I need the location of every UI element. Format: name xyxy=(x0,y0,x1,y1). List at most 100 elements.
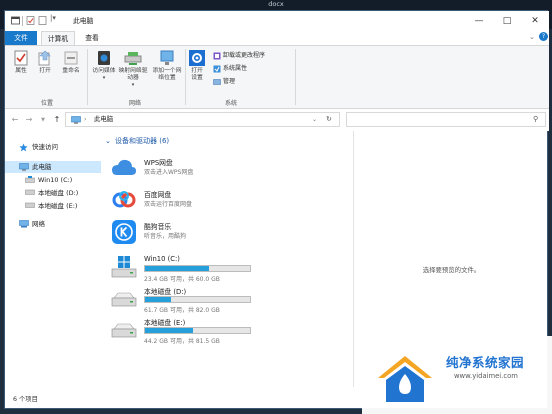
open-label: 打开 xyxy=(39,68,51,74)
open-icon xyxy=(38,50,51,66)
minimize-button[interactable]: — xyxy=(465,11,493,31)
file-list: ⌄ 设备和驱动器 (6) WPS网盘 双击进入WPS网盘 百度网盘 双击运行百度… xyxy=(101,131,353,387)
drive-icon xyxy=(111,292,137,307)
maximize-button[interactable]: □ xyxy=(493,11,521,31)
properties-label: 属性 xyxy=(15,68,27,74)
location-group-label: 位置 xyxy=(40,100,53,107)
top-caption: docx xyxy=(268,0,284,8)
system-properties-label: 系统属性 xyxy=(223,65,248,72)
preview-message: 选择要预览的文件。 xyxy=(422,266,481,274)
manage-link[interactable]: 管理 xyxy=(213,77,235,86)
sidebar-item-label: 本地磁盘 (D:) xyxy=(38,189,79,197)
access-media-button[interactable]: 访问媒体 ▾ xyxy=(91,50,117,82)
open-settings-label: 打开设置 xyxy=(191,68,203,81)
customize-quick-access-icon[interactable]: |▾ xyxy=(50,14,56,22)
rename-label: 重命名 xyxy=(62,68,80,74)
new-folder-quick-icon[interactable] xyxy=(38,16,47,25)
rename-button[interactable]: 重命名 xyxy=(59,50,83,75)
drive-usage-fill xyxy=(145,297,172,302)
tab-view[interactable]: 查看 xyxy=(79,31,105,45)
ribbon-tabs: 文件 计算机 查看 ⌄ ? xyxy=(5,31,549,45)
ribbon-separator xyxy=(87,49,88,105)
sidebar-item-label: 此电脑 xyxy=(32,163,52,171)
item-name: 酷狗音乐 xyxy=(144,223,172,231)
map-network-drive-button[interactable]: 映射网络驱动器 ▾ xyxy=(117,50,149,89)
search-input[interactable]: ⚲ xyxy=(346,112,546,127)
list-item-kugou[interactable]: 酷狗音乐 听音乐，用酷狗 xyxy=(111,219,351,247)
checkmark-icon xyxy=(14,50,28,66)
list-item-drive-e[interactable]: 本地磁盘 (E:) 44.2 GB 可用，共 81.5 GB xyxy=(111,315,351,345)
rename-icon xyxy=(64,51,78,65)
tab-computer[interactable]: 计算机 xyxy=(41,31,75,45)
wps-cloud-icon xyxy=(112,159,136,175)
sidebar-item-label: 快速访问 xyxy=(32,143,58,151)
properties-button[interactable]: 属性 xyxy=(11,50,31,75)
up-button[interactable]: ↑ xyxy=(51,113,63,127)
manage-label: 管理 xyxy=(223,78,236,85)
item-name: 百度网盘 xyxy=(144,191,172,199)
address-bar[interactable]: › 此电脑 ⌄ ↻ xyxy=(65,112,340,127)
uninstall-programs-link[interactable]: 卸载或更改程序 xyxy=(213,51,265,60)
network-location-icon xyxy=(160,50,174,65)
list-item-drive-d[interactable]: 本地磁盘 (D:) 61.7 GB 可用，共 82.0 GB xyxy=(111,284,351,314)
drive-usage-bar xyxy=(144,265,251,272)
drive-name: 本地磁盘 (E:) xyxy=(144,319,186,327)
network-drive-icon xyxy=(124,52,142,65)
sidebar-item-drive-e[interactable]: 本地磁盘 (E:) xyxy=(5,200,101,212)
list-item-baidu-cloud[interactable]: 百度网盘 双击运行百度网盘 xyxy=(111,187,351,215)
group-collapse-chevron-icon[interactable]: ⌄ xyxy=(105,136,111,146)
ribbon-separator xyxy=(185,49,186,105)
ribbon: 属性 打开 重命名 位置 访问媒体 ▾ 映射网络驱动器 ▾ 添加一个网络位置 网… xyxy=(5,45,549,109)
sidebar-item-label: 网络 xyxy=(32,220,45,228)
uninstall-icon xyxy=(213,52,221,59)
close-button[interactable]: ✕ xyxy=(521,11,549,31)
star-icon xyxy=(19,143,28,152)
drive-usage-fill xyxy=(145,328,194,333)
sidebar-item-label: Win10 (C:) xyxy=(38,176,73,184)
kugou-icon xyxy=(112,220,136,244)
baidu-cloud-icon xyxy=(112,191,136,208)
drive-icon xyxy=(111,323,137,338)
watermark-logo-icon xyxy=(378,356,432,402)
windows-drive-icon xyxy=(25,176,35,183)
explorer-window-icon xyxy=(11,16,20,25)
map-network-drive-label: 映射网络驱动器 xyxy=(118,68,148,81)
back-button[interactable]: ← xyxy=(9,113,21,127)
item-subtitle: 双击进入WPS网盘 xyxy=(144,169,194,176)
sidebar-item-drive-c[interactable]: Win10 (C:) xyxy=(5,174,101,186)
add-network-location-button[interactable]: 添加一个网络位置 xyxy=(151,50,183,82)
tab-file[interactable]: 文件 xyxy=(5,31,37,45)
network-group-label: 网络 xyxy=(128,100,141,107)
windows-drive-icon xyxy=(111,256,137,278)
list-item-wps-cloud[interactable]: WPS网盘 双击进入WPS网盘 xyxy=(111,155,351,183)
system-properties-link[interactable]: 系统属性 xyxy=(213,64,247,73)
group-heading[interactable]: 设备和驱动器 (6) xyxy=(115,136,169,146)
breadcrumb-chevron-icon: › xyxy=(84,116,87,123)
drive-icon xyxy=(25,202,35,208)
open-button[interactable]: 打开 xyxy=(35,50,55,75)
drive-usage-bar xyxy=(144,327,251,334)
drive-space-text: 23.4 GB 可用，共 60.0 GB xyxy=(144,276,220,283)
address-path: 此电脑 xyxy=(94,115,114,123)
title-bar: |▾ 此电脑 — □ ✕ xyxy=(5,11,549,31)
address-dropdown-icon[interactable]: ⌄ xyxy=(312,113,317,126)
open-settings-button[interactable]: 打开设置 xyxy=(187,50,207,82)
address-row: ← → ▼ ↑ › 此电脑 ⌄ ↻ ⚲ xyxy=(5,109,549,131)
network-icon xyxy=(19,220,29,228)
sidebar-item-this-pc[interactable]: 此电脑 xyxy=(5,161,101,173)
sidebar-item-drive-d[interactable]: 本地磁盘 (D:) xyxy=(5,187,101,199)
sidebar-item-quick-access[interactable]: 快速访问 xyxy=(5,141,101,153)
item-count: 6 个项目 xyxy=(13,396,38,403)
forward-button[interactable]: → xyxy=(23,113,35,127)
properties-quick-icon[interactable] xyxy=(26,16,35,25)
window-title: 此电脑 xyxy=(73,17,94,25)
sidebar-item-network[interactable]: 网络 xyxy=(5,218,101,230)
help-icon[interactable]: ? xyxy=(539,32,548,41)
list-item-drive-c[interactable]: Win10 (C:) 23.4 GB 可用，共 60.0 GB xyxy=(111,253,351,283)
recent-locations-button[interactable]: ▼ xyxy=(37,113,49,127)
computer-icon xyxy=(71,116,81,124)
gear-icon xyxy=(189,50,205,66)
collapse-ribbon-icon[interactable]: ⌄ xyxy=(529,33,535,41)
refresh-icon[interactable]: ↻ xyxy=(326,113,332,126)
watermark: 纯净系统家园 www.yidaimei.com xyxy=(362,336,552,414)
